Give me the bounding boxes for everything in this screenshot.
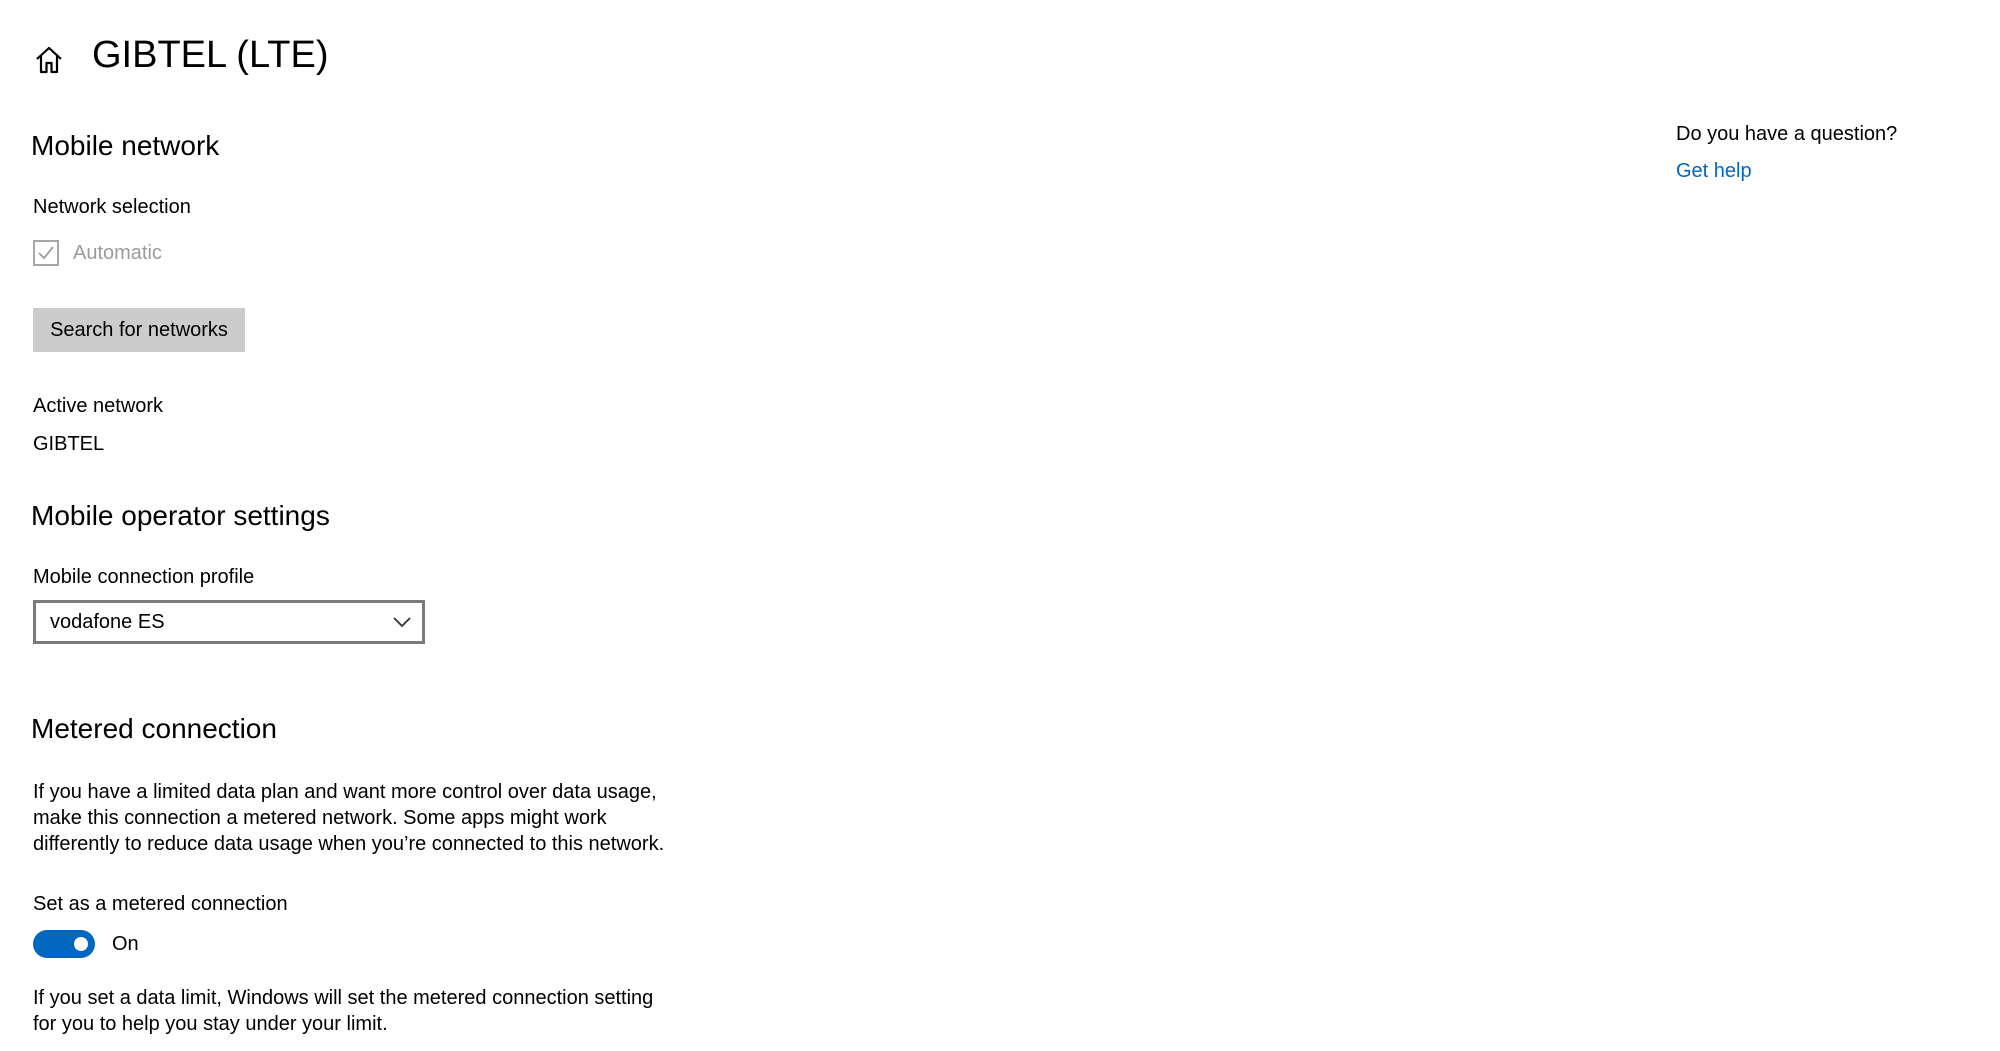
- select-value: vodafone ES: [50, 611, 165, 633]
- data-limit-note: If you set a data limit, Windows will se…: [33, 985, 733, 1037]
- toggle-state-label: On: [112, 933, 139, 955]
- data-limit-note-line-2: for you to help you stay under your limi…: [33, 1013, 388, 1035]
- home-icon[interactable]: [33, 44, 65, 76]
- data-limit-note-line-1: If you set a data limit, Windows will se…: [33, 987, 654, 1009]
- automatic-label: Automatic: [73, 242, 162, 264]
- active-network-value: GIBTEL: [33, 433, 105, 455]
- search-for-networks-button[interactable]: Search for networks: [33, 308, 245, 352]
- toggle-knob: [74, 937, 88, 951]
- metered-description-line-1: If you have a limited data plan and want…: [33, 781, 657, 803]
- active-network-label: Active network: [33, 395, 164, 417]
- mobile-connection-profile-select[interactable]: vodafone ES: [33, 600, 425, 644]
- chevron-down-icon: [392, 614, 412, 635]
- automatic-checkbox[interactable]: [33, 240, 59, 266]
- page-title: GIBTEL (LTE): [92, 34, 329, 76]
- checkmark-icon: [38, 246, 54, 260]
- settings-page: GIBTEL (LTE) Mobile network Network sele…: [0, 0, 2000, 1051]
- mobile-connection-profile-label: Mobile connection profile: [33, 566, 255, 588]
- metered-description-line-3: differently to reduce data usage when yo…: [33, 833, 665, 855]
- section-heading-mobile-network: Mobile network: [31, 130, 220, 161]
- section-heading-metered-connection: Metered connection: [31, 713, 277, 744]
- get-help-link[interactable]: Get help: [1676, 160, 1752, 183]
- section-heading-mobile-operator-settings: Mobile operator settings: [31, 500, 330, 531]
- metered-description: If you have a limited data plan and want…: [33, 779, 733, 857]
- network-selection-label: Network selection: [33, 196, 191, 218]
- metered-description-line-2: make this connection a metered network. …: [33, 807, 607, 829]
- metered-connection-toggle[interactable]: [33, 930, 95, 958]
- metered-toggle-label: Set as a metered connection: [33, 893, 288, 915]
- help-question: Do you have a question?: [1676, 123, 1898, 145]
